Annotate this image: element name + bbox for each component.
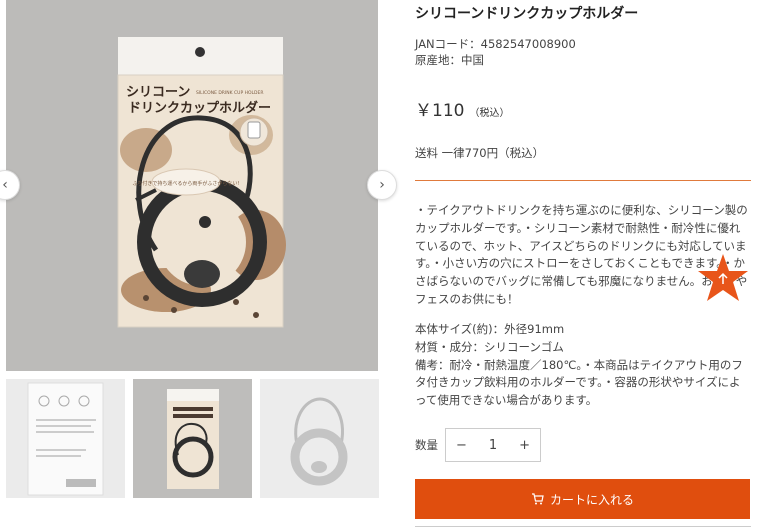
quantity-increase-button[interactable]: + xyxy=(519,438,530,453)
price-tax-note: （税込） xyxy=(469,108,510,119)
bottom-divider xyxy=(415,526,751,527)
product-meta: JANコード：4582547008900 原産地：中国 xyxy=(415,36,576,68)
chevron-left-icon: ‹ xyxy=(2,177,8,193)
product-package-illustration: ふち付きで持ち運べるから両手がふさがらない! シリコーン SILICONE DR… xyxy=(6,0,378,371)
chevron-right-icon: › xyxy=(379,177,385,193)
next-image-button[interactable]: › xyxy=(367,170,397,200)
scroll-to-top-star-icon[interactable] xyxy=(697,253,749,303)
jan-code: JANコード：4582547008900 xyxy=(415,37,576,51)
quantity-value[interactable]: 1 xyxy=(489,438,497,453)
divider xyxy=(415,180,751,181)
product-title: シリコーンドリンクカップホルダー xyxy=(415,6,639,22)
product-specs: 本体サイズ(約)：外径91mm 材質・成分：シリコーンゴム 備考：耐冷・耐熱温度… xyxy=(415,322,743,408)
package-title-line1: シリコーン xyxy=(126,85,190,100)
quantity-label: 数量 xyxy=(415,438,438,452)
product-price: ￥110 （税込） xyxy=(415,96,509,121)
quantity-decrease-button[interactable]: − xyxy=(456,438,467,453)
price-value: ￥110 xyxy=(415,101,465,121)
shipping-info: 送料 一律770円（税込） xyxy=(415,146,545,160)
add-to-cart-label: カートに入れる xyxy=(549,492,634,507)
thumbnail-product-only[interactable] xyxy=(260,379,379,498)
origin: 原産地：中国 xyxy=(415,53,484,67)
package-title-en: SILICONE DRINK CUP HOLDER xyxy=(196,90,263,96)
cart-icon xyxy=(531,493,544,505)
thumbnail-package-back[interactable] xyxy=(6,379,125,498)
thumbnail-strip xyxy=(6,379,379,499)
package-bubble-text: ふち付きで持ち運べるから両手がふさがらない! xyxy=(133,180,240,187)
main-product-image: ふち付きで持ち運べるから両手がふさがらない! シリコーン SILICONE DR… xyxy=(6,0,378,371)
thumbnail-package-front[interactable] xyxy=(133,379,252,498)
quantity-stepper: − 1 + xyxy=(445,428,541,462)
add-to-cart-button[interactable]: カートに入れる xyxy=(415,479,750,519)
package-title-line2: ドリンクカップホルダー xyxy=(128,100,271,116)
